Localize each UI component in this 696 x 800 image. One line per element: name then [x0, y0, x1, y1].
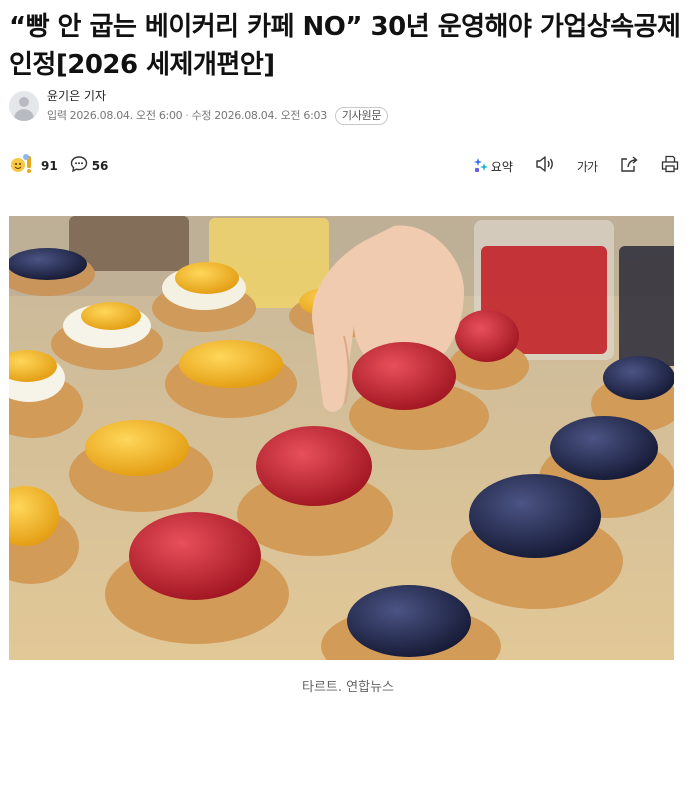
- print-button[interactable]: [661, 155, 679, 177]
- comment-button[interactable]: 56: [70, 155, 109, 177]
- original-article-button[interactable]: 기사원문: [334, 106, 389, 125]
- article-toolbar: 91 56 요약 가가: [9, 152, 679, 180]
- print-icon: [661, 155, 679, 177]
- date-separator: ·: [185, 109, 189, 122]
- emoji-reaction-button[interactable]: 91: [9, 153, 58, 179]
- share-button[interactable]: [619, 155, 639, 177]
- tarts-illustration: [9, 216, 674, 660]
- font-size-icon: 가가: [576, 159, 598, 174]
- emoji-reaction-icon: [9, 153, 37, 179]
- photo-caption: 타르트. 연합뉴스: [302, 680, 394, 695]
- summary-label: 요약: [490, 159, 513, 174]
- speaker-icon: [535, 155, 555, 177]
- sparkle-icon: [473, 157, 488, 176]
- font-size-button[interactable]: 가가: [576, 158, 598, 175]
- comment-icon: [70, 155, 88, 177]
- summary-button[interactable]: 요약: [473, 157, 513, 176]
- text-to-speech-button[interactable]: [535, 155, 555, 177]
- article-headline: “빵 안 굽는 베이커리 카페 NO” 30년 운영해야 가업상속공제 인정[2…: [9, 12, 681, 80]
- article-photo[interactable]: [9, 216, 674, 660]
- published-label: 입력: [47, 109, 67, 122]
- updated-date: 2026.08.04. 오전 6:03: [214, 109, 327, 122]
- byline: 윤기은 기자 입력 2026.08.04. 오전 6:00 · 수정 2026.…: [9, 88, 389, 125]
- article-dates: 입력 2026.08.04. 오전 6:00 · 수정 2026.08.04. …: [47, 106, 389, 125]
- share-icon: [619, 155, 639, 177]
- published-date: 2026.08.04. 오전 6:00: [69, 109, 183, 122]
- reporter-name[interactable]: 윤기은 기자: [47, 88, 388, 105]
- comment-count: 56: [91, 159, 109, 173]
- emoji-reaction-count: 91: [41, 159, 58, 173]
- updated-label: 수정: [191, 109, 212, 122]
- reporter-avatar[interactable]: [9, 91, 39, 121]
